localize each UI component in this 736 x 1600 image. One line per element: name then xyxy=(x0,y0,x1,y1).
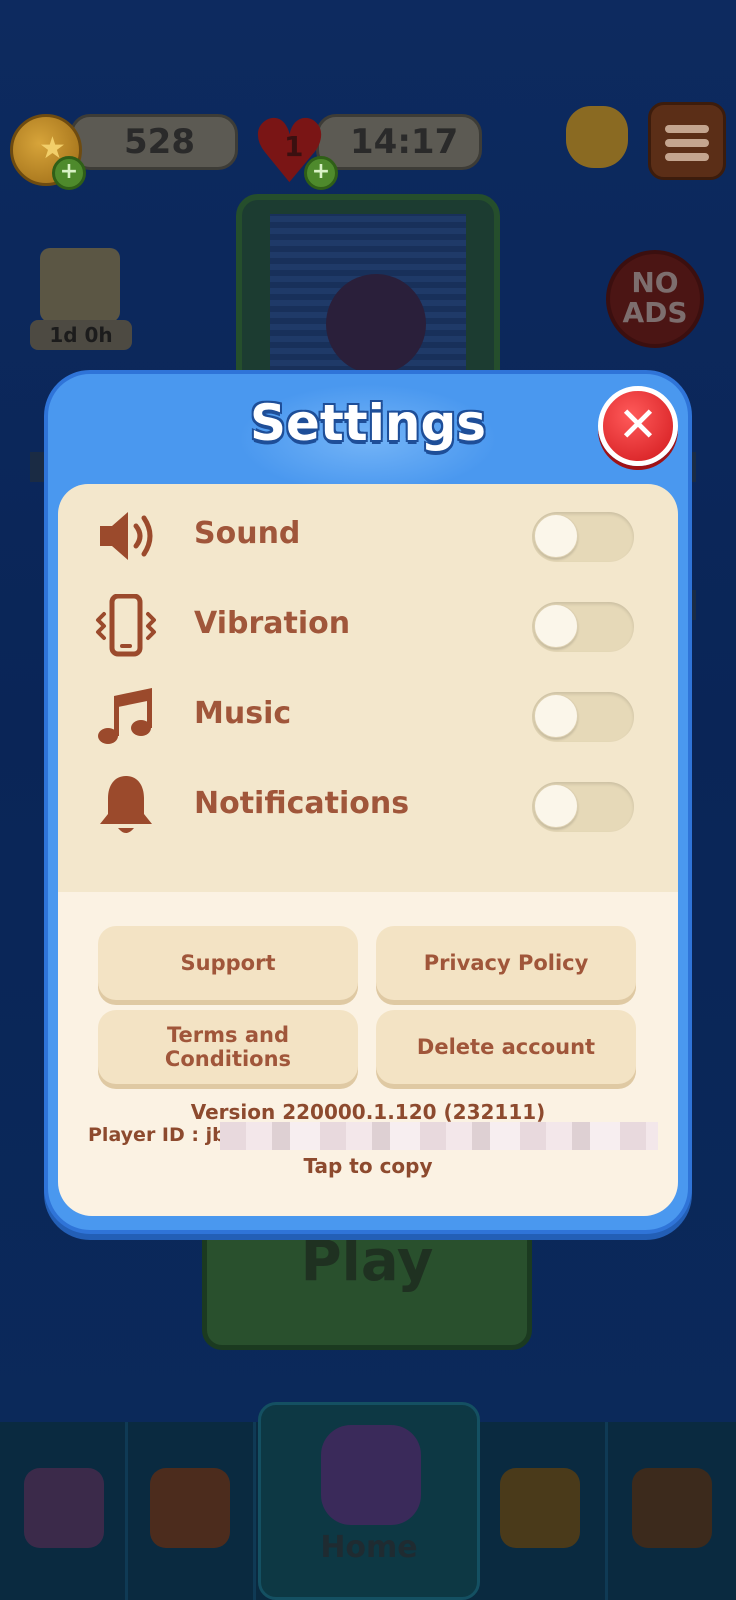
support-button[interactable]: Support xyxy=(98,926,358,1000)
delete-account-button[interactable]: Delete account xyxy=(376,1010,636,1084)
vibration-phone-icon xyxy=(96,594,156,657)
tap-to-copy-link[interactable]: Tap to copy xyxy=(58,1154,678,1178)
setting-label-sound: Sound xyxy=(194,516,301,551)
setting-row-music: Music xyxy=(58,676,678,756)
close-button[interactable]: ✕ xyxy=(598,386,678,466)
setting-row-vibration: Vibration xyxy=(58,586,678,666)
vibration-toggle[interactable] xyxy=(532,602,634,652)
player-id-row[interactable]: Player ID : jb_ xyxy=(88,1122,668,1150)
music-note-icon xyxy=(98,688,152,744)
player-id-redacted xyxy=(220,1122,658,1150)
music-toggle[interactable] xyxy=(532,692,634,742)
setting-label-music: Music xyxy=(194,696,292,731)
speaker-icon xyxy=(100,512,153,560)
setting-label-notifications: Notifications xyxy=(194,786,410,821)
settings-links-panel: Support Privacy Policy Terms and Conditi… xyxy=(58,892,678,1216)
setting-row-notifications: Notifications xyxy=(58,766,678,846)
setting-label-vibration: Vibration xyxy=(194,606,351,641)
settings-toggle-panel: Sound Vibration Music Notifications xyxy=(58,484,678,892)
notifications-toggle[interactable] xyxy=(532,782,634,832)
sound-toggle[interactable] xyxy=(532,512,634,562)
version-text: Version 220000.1.120 (232111) xyxy=(190,1100,546,1124)
dialog-title: Settings xyxy=(249,394,486,452)
setting-row-sound: Sound xyxy=(58,496,678,576)
player-id-label: Player ID : jb_ xyxy=(88,1124,236,1146)
settings-dialog: Settings ✕ Sound Vibration Music Notific… xyxy=(44,370,692,1234)
privacy-policy-button[interactable]: Privacy Policy xyxy=(376,926,636,1000)
close-icon: ✕ xyxy=(617,397,659,453)
terms-button[interactable]: Terms and Conditions xyxy=(98,1010,358,1084)
bell-icon xyxy=(100,776,152,833)
